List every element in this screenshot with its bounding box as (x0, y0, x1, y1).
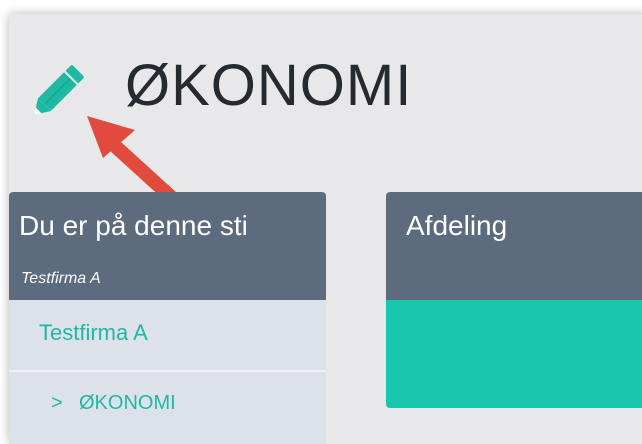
breadcrumb-panel-header: Du er på denne sti Testfirma A (9, 192, 326, 300)
breadcrumb-item-okonomi[interactable]: > ØKONOMI (9, 372, 326, 444)
department-panel-header: Afdeling (386, 192, 642, 300)
department-content-block[interactable] (386, 300, 642, 408)
department-heading: Afdeling (406, 210, 508, 241)
chevron-right-icon: > (51, 392, 63, 414)
breadcrumb-subtitle: Testfirma A (21, 270, 101, 287)
breadcrumb-panel: Du er på denne sti Testfirma A Testfirma… (9, 192, 326, 444)
breadcrumb-item-label[interactable]: Testfirma A (39, 320, 148, 346)
breadcrumb-heading: Du er på denne sti (19, 210, 248, 241)
department-panel: Afdeling (386, 192, 642, 408)
breadcrumb-item-label[interactable]: ØKONOMI (79, 392, 176, 415)
app-frame: ØKONOMI Du er på denne sti Testfirma A T… (9, 14, 642, 444)
breadcrumb-item-company[interactable]: Testfirma A (9, 300, 326, 372)
